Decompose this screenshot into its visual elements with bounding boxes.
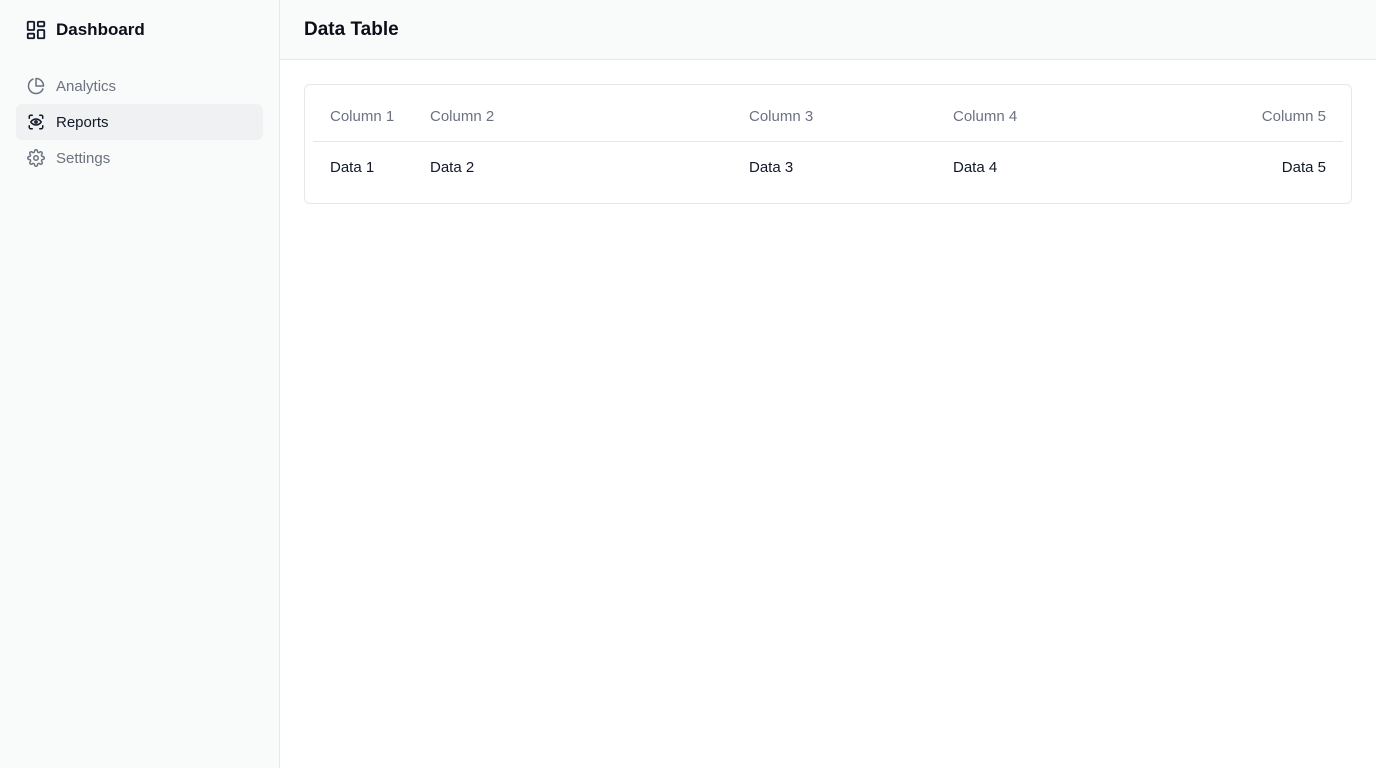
- main-area: Data Table Column 1 Column 2 Column 3 Co…: [280, 0, 1376, 768]
- dashboard-grid-icon: [25, 19, 47, 41]
- column-header[interactable]: Column 2: [413, 93, 732, 142]
- column-header[interactable]: Column 5: [1101, 93, 1343, 142]
- data-table-card: Column 1 Column 2 Column 3 Column 4 Colu…: [304, 84, 1352, 204]
- sidebar-item-label: Settings: [56, 149, 111, 167]
- sidebar-nav: Analytics Reports Settings: [0, 60, 279, 176]
- brand-title: Dashboard: [56, 20, 145, 39]
- gear-icon: [27, 149, 45, 167]
- sidebar-item-reports[interactable]: Reports: [16, 104, 263, 140]
- table-cell: Data 4: [953, 158, 998, 176]
- brand[interactable]: Dashboard: [0, 0, 279, 60]
- data-table: Column 1 Column 2 Column 3 Column 4 Colu…: [313, 93, 1343, 193]
- table-cell: Data 1: [330, 158, 375, 176]
- sidebar: Dashboard Analytics Reports Settings: [0, 0, 280, 768]
- column-header[interactable]: Column 3: [732, 93, 936, 142]
- table-header-row: Column 1 Column 2 Column 3 Column 4 Colu…: [313, 93, 1343, 142]
- sidebar-item-settings[interactable]: Settings: [16, 140, 263, 176]
- column-header[interactable]: Column 4: [936, 93, 1101, 142]
- table-row[interactable]: Data 1 Data 2 Data 3 Data 4 Data 5: [313, 141, 1343, 193]
- eye-report-icon: [27, 113, 45, 131]
- sidebar-item-label: Reports: [56, 113, 109, 131]
- sidebar-item-label: Analytics: [56, 77, 117, 95]
- table-cell: Data 5: [1281, 158, 1326, 176]
- page-title: Data Table: [304, 18, 399, 40]
- column-header[interactable]: Column 1: [313, 93, 413, 142]
- top-bar: Data Table: [280, 0, 1376, 60]
- app-shell: Dashboard Analytics Reports Settings Dat…: [0, 0, 1376, 768]
- table-cell: Data 2: [430, 158, 475, 176]
- sidebar-item-analytics[interactable]: Analytics: [16, 68, 263, 104]
- content: Column 1 Column 2 Column 3 Column 4 Colu…: [280, 60, 1376, 204]
- pie-chart-icon: [27, 77, 45, 95]
- table-cell: Data 3: [749, 158, 794, 176]
